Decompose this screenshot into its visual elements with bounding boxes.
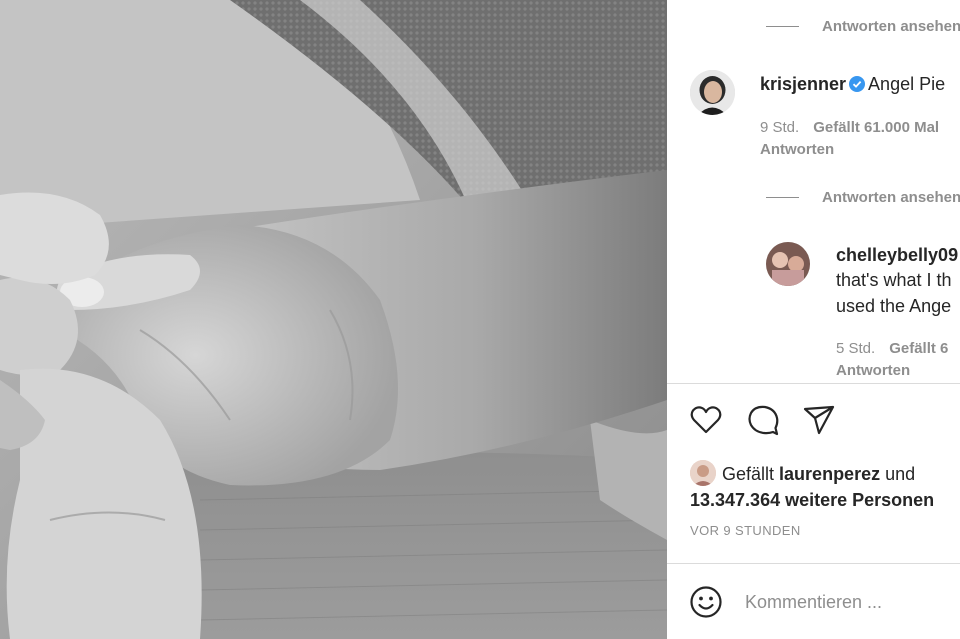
comment-input[interactable] xyxy=(745,588,955,616)
avatar[interactable] xyxy=(690,70,735,115)
view-replies-label: Antworten ansehen xyxy=(822,189,960,206)
avatar[interactable] xyxy=(766,242,810,286)
likes-count-button[interactable]: 13.347.364 weitere Personen xyxy=(690,490,934,510)
post-timestamp[interactable]: VOR 9 STUNDEN xyxy=(690,523,801,538)
liker-username[interactable]: laurenperez xyxy=(779,464,880,484)
divider xyxy=(667,383,960,384)
view-replies-button[interactable]: Antworten ansehen xyxy=(766,189,960,206)
post-details-panel: Antworten ansehen krisjenner Angel Pie 9 … xyxy=(667,0,960,639)
view-replies-label: Antworten ansehen xyxy=(822,18,960,35)
post-photo[interactable] xyxy=(0,0,667,639)
comment-meta: 9 Std. Gefällt 61.000 Mal xyxy=(760,117,939,139)
baby-hands-photo xyxy=(0,0,667,639)
avatar-image xyxy=(690,460,716,486)
reply-text: that's what I th xyxy=(836,270,952,290)
comment: krisjenner Angel Pie xyxy=(760,72,945,97)
reply-text-line: used the Ange xyxy=(836,294,951,319)
smiley-icon[interactable] xyxy=(689,585,723,619)
paper-plane-icon[interactable] xyxy=(802,403,836,437)
comment-likes-button[interactable]: Gefällt 6 xyxy=(889,340,948,357)
reply-text: used the Ange xyxy=(836,296,952,316)
comment-likes-button[interactable]: Gefällt 61.000 Mal xyxy=(813,119,939,136)
verified-badge-icon xyxy=(849,76,866,92)
comment-text: Angel Pie xyxy=(868,74,946,94)
comment-reply-row: Antworten xyxy=(760,139,834,161)
likes-prefix: Gefällt xyxy=(722,464,775,484)
comment-time: 5 Std. xyxy=(836,340,876,357)
divider-line xyxy=(766,197,799,198)
comment-time: 9 Std. xyxy=(760,119,800,136)
comment-username[interactable]: chelleybelly09 xyxy=(836,245,958,265)
comment-icon[interactable] xyxy=(746,403,780,437)
reply-button[interactable]: Antworten xyxy=(760,141,834,158)
likes-conjunction: und xyxy=(885,464,916,484)
divider-line xyxy=(766,26,799,27)
comment-reply-row: Antworten xyxy=(836,360,910,382)
likes-summary: Gefällt laurenperez und 13.347.364 weite… xyxy=(690,460,934,513)
comment-username[interactable]: krisjenner xyxy=(760,74,846,94)
avatar-image xyxy=(690,70,735,115)
avatar-image xyxy=(766,242,810,286)
comment-meta: 5 Std. Gefällt 6 xyxy=(836,338,948,360)
view-replies-button[interactable]: Antworten ansehen xyxy=(766,18,960,35)
reply-text-line: that's what I th xyxy=(836,268,952,293)
comments-section[interactable]: Antworten ansehen krisjenner Angel Pie 9 … xyxy=(667,0,960,383)
reply-button[interactable]: Antworten xyxy=(836,362,910,379)
avatar[interactable] xyxy=(690,460,716,486)
heart-icon[interactable] xyxy=(689,403,723,437)
reply-comment: chelleybelly09 xyxy=(836,243,958,268)
divider xyxy=(667,563,960,564)
